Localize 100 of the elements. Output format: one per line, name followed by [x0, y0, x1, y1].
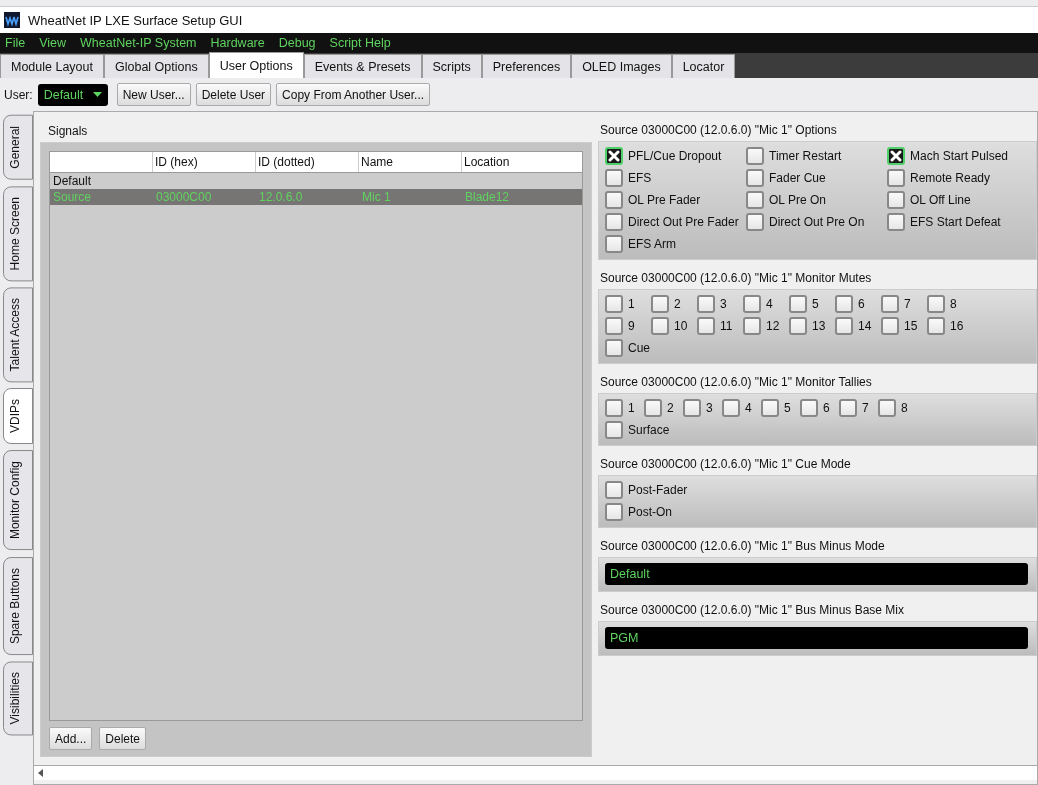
checkbox[interactable]	[887, 169, 905, 187]
checkbox[interactable]	[605, 339, 623, 357]
checkbox-label: PFL/Cue Dropout	[628, 149, 722, 163]
checkbox-label: 4	[745, 401, 752, 415]
checkbox[interactable]	[789, 317, 807, 335]
checkbox[interactable]	[835, 317, 853, 335]
checkbox[interactable]	[887, 213, 905, 231]
tab[interactable]: Events & Presets	[303, 54, 422, 78]
user-button[interactable]: Copy From Another User...	[276, 83, 431, 106]
checkbox[interactable]	[881, 317, 899, 335]
checkbox-label: EFS Arm	[628, 237, 676, 251]
checkbox[interactable]	[651, 317, 669, 335]
mode-dropdown[interactable]: Default	[605, 563, 1028, 585]
menu-item[interactable]: File	[5, 36, 26, 50]
column-header[interactable]: Name	[359, 152, 462, 172]
checkbox[interactable]	[743, 295, 761, 313]
checkbox-label: 1	[628, 297, 635, 311]
side-tab[interactable]: Talent Access	[3, 287, 33, 383]
tab[interactable]: Locator	[671, 54, 736, 78]
checkbox-label: 8	[901, 401, 908, 415]
column-header[interactable]: ID (dotted)	[256, 152, 359, 172]
checkbox-label: 6	[823, 401, 830, 415]
checkbox[interactable]	[887, 147, 905, 165]
side-tab[interactable]: Home Screen	[3, 185, 33, 282]
caret-icon	[92, 92, 102, 97]
checkbox[interactable]	[761, 399, 779, 417]
menu-item[interactable]: Debug	[278, 36, 316, 50]
checkbox[interactable]	[722, 399, 740, 417]
horizontal-scrollbar[interactable]	[34, 765, 1037, 780]
checkbox[interactable]	[878, 399, 896, 417]
checkbox[interactable]	[605, 235, 623, 253]
user-dropdown[interactable]: Default	[37, 83, 108, 106]
tab[interactable]: User Options	[208, 52, 304, 78]
checkbox-label: 2	[667, 401, 674, 415]
checkbox[interactable]	[605, 147, 623, 165]
menu-item[interactable]: Hardware	[210, 36, 265, 50]
checkbox-label: Direct Out Pre Fader	[628, 215, 739, 229]
checkbox-label: 13	[812, 319, 826, 333]
checkbox-label: Mach Start Pulsed	[910, 149, 1009, 163]
checkbox[interactable]	[605, 191, 623, 209]
checkbox[interactable]	[605, 503, 623, 521]
tab[interactable]: OLED Images	[571, 54, 672, 78]
checkbox[interactable]	[683, 399, 701, 417]
side-tab[interactable]: Spare Buttons	[3, 556, 33, 655]
user-button[interactable]: New User...	[116, 83, 191, 106]
checkbox-label: 2	[674, 297, 681, 311]
checkbox[interactable]	[839, 399, 857, 417]
menu-item[interactable]: Script Help	[329, 36, 391, 50]
group-label: Default	[52, 174, 93, 188]
side-tab[interactable]: General	[3, 115, 33, 180]
checkbox[interactable]	[881, 295, 899, 313]
checkbox[interactable]	[789, 295, 807, 313]
checkbox[interactable]	[697, 295, 715, 313]
group-title: Source 03000C00 (12.0.6.0) "Mic 1" Monitor Mutes	[599, 270, 873, 287]
signal-button[interactable]: Delete	[99, 727, 147, 750]
checkbox[interactable]	[605, 399, 623, 417]
checkbox[interactable]	[746, 147, 764, 165]
checkbox[interactable]	[835, 295, 853, 313]
tab[interactable]: Preferences	[481, 54, 572, 78]
tab[interactable]: Module Layout	[0, 54, 104, 78]
checkbox[interactable]	[644, 399, 662, 417]
checkbox[interactable]	[743, 317, 761, 335]
left-arrow-icon[interactable]	[38, 769, 43, 777]
table-cell-text: Source	[52, 190, 93, 204]
checkbox[interactable]	[927, 295, 945, 313]
group-title: Source 03000C00 (12.0.6.0) "Mic 1" Bus Minus Mode	[599, 538, 886, 555]
column-header[interactable]: ID (hex)	[153, 152, 256, 172]
checkbox[interactable]	[800, 399, 818, 417]
user-button[interactable]: Delete User	[195, 83, 272, 106]
side-tab[interactable]: VDIPs	[3, 388, 33, 445]
checkbox[interactable]	[605, 421, 623, 439]
checkbox-label: 14	[858, 319, 872, 333]
tab[interactable]: Scripts	[421, 54, 482, 78]
column-header[interactable]: Location	[462, 152, 582, 172]
checkbox[interactable]	[605, 169, 623, 187]
checkbox-label: Surface	[628, 423, 670, 437]
table-row[interactable]: Default	[50, 173, 582, 189]
signal-button[interactable]: Add...	[49, 727, 93, 750]
menu-item[interactable]: View	[39, 36, 67, 50]
group-title: Source 03000C00 (12.0.6.0) "Mic 1" Options	[599, 122, 838, 139]
checkbox-label: EFS Start Defeat	[910, 215, 1001, 229]
checkbox[interactable]	[651, 295, 669, 313]
checkbox[interactable]	[746, 169, 764, 187]
checkbox-label: 4	[766, 297, 773, 311]
mode-dropdown[interactable]: PGM	[605, 627, 1028, 649]
checkbox[interactable]	[605, 213, 623, 231]
checkbox[interactable]	[605, 317, 623, 335]
checkbox[interactable]	[887, 191, 905, 209]
checkbox-label: OL Pre On	[769, 193, 826, 207]
checkbox[interactable]	[697, 317, 715, 335]
checkbox-label: Post-On	[628, 505, 672, 519]
menu-item[interactable]: WheatNet-IP System	[80, 36, 197, 50]
checkbox[interactable]	[927, 317, 945, 335]
checkbox[interactable]	[746, 213, 764, 231]
checkbox[interactable]	[605, 295, 623, 313]
tab[interactable]: Global Options	[104, 54, 209, 78]
side-tab[interactable]: Visibilities	[3, 660, 33, 736]
side-tab[interactable]: Monitor Config	[3, 450, 33, 551]
checkbox[interactable]	[746, 191, 764, 209]
checkbox[interactable]	[605, 481, 623, 499]
